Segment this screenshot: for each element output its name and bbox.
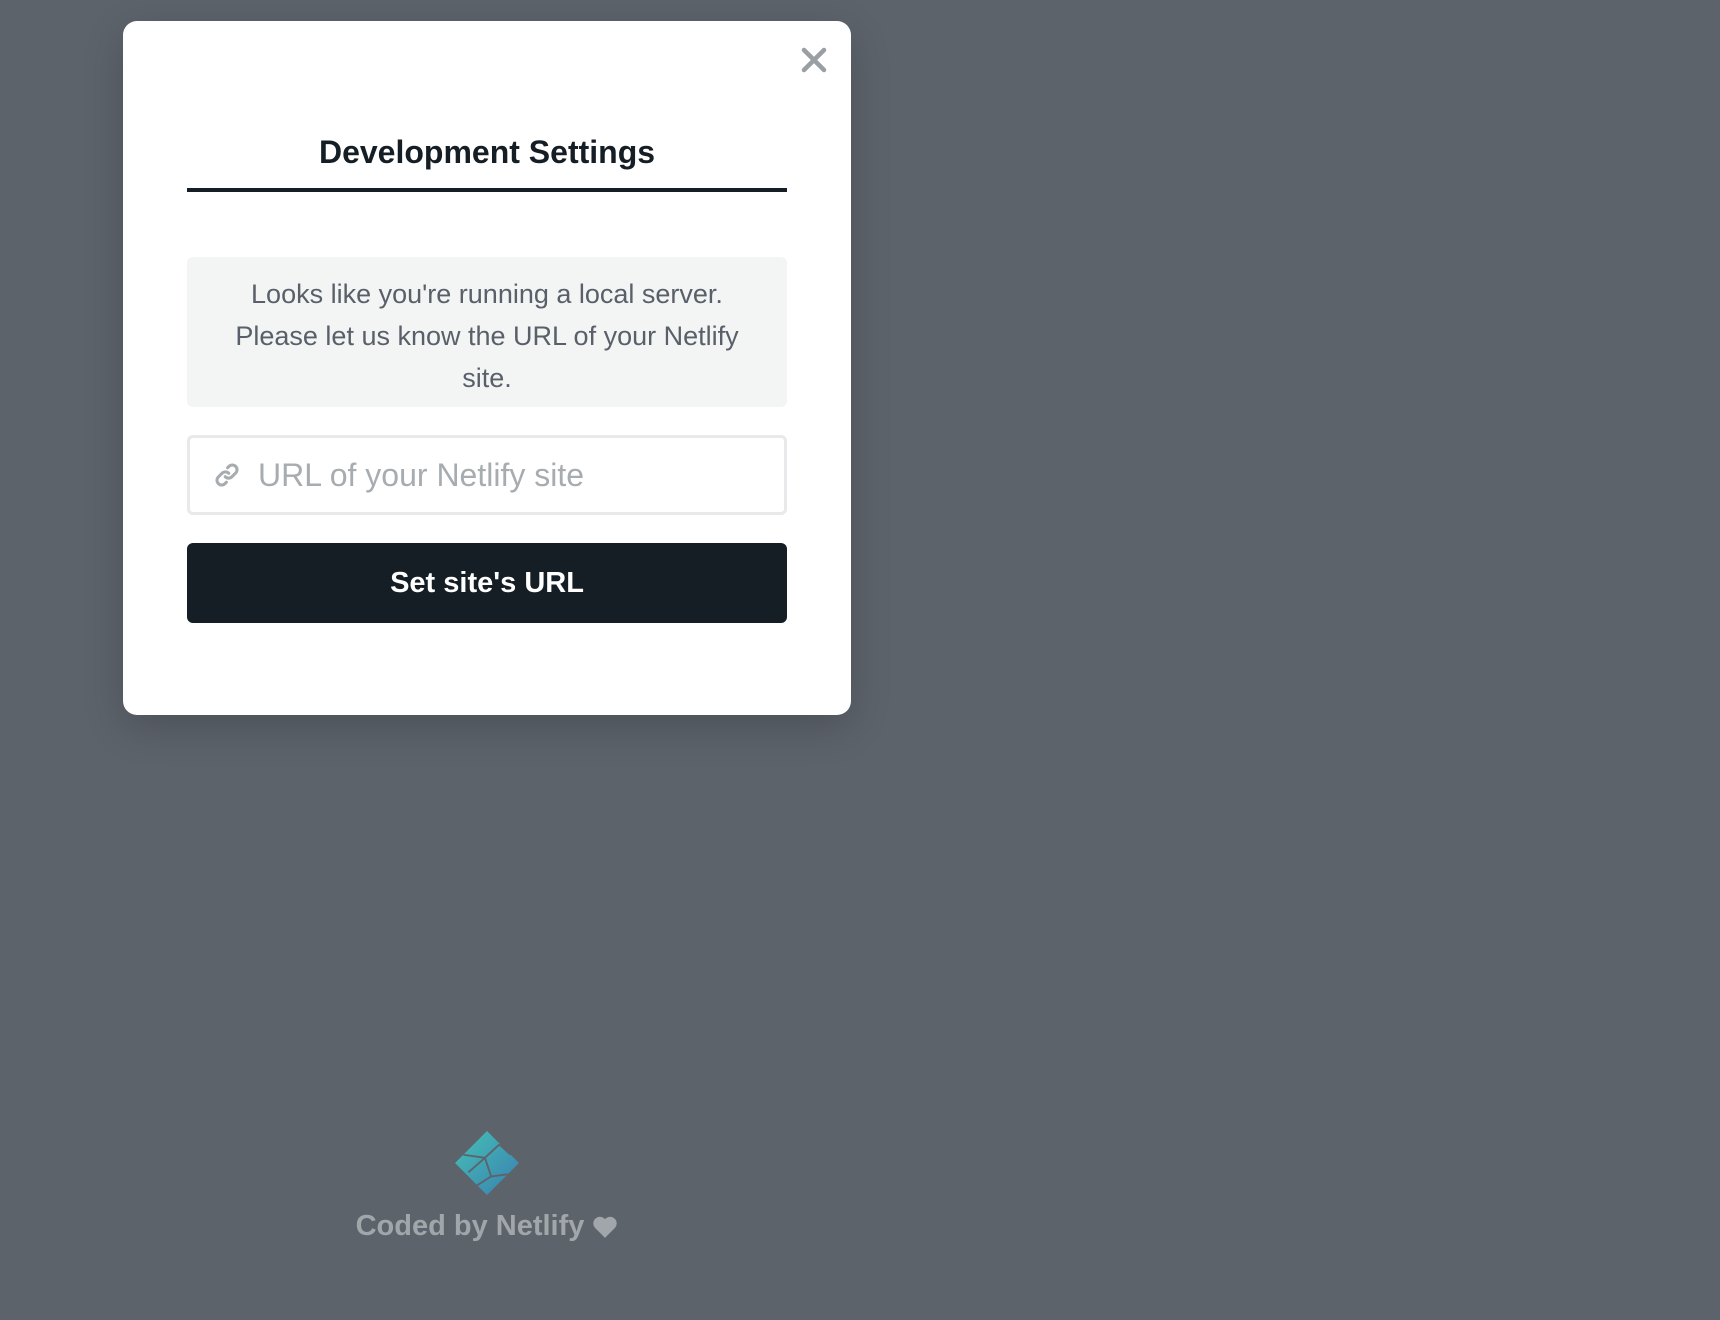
modal-title: Development Settings xyxy=(318,134,656,170)
close-button[interactable] xyxy=(797,43,831,77)
close-icon xyxy=(801,47,827,73)
url-field[interactable] xyxy=(187,435,787,515)
netlify-logo[interactable] xyxy=(454,1130,520,1196)
set-site-url-button[interactable]: Set site's URL xyxy=(187,543,787,623)
footer: Coded by Netlify xyxy=(187,1130,787,1243)
heart-icon xyxy=(593,1216,618,1238)
development-settings-modal: Development Settings Looks like you're r… xyxy=(123,21,851,715)
link-icon xyxy=(212,460,242,490)
site-url-input[interactable] xyxy=(258,445,764,505)
local-server-notice: Looks like you're running a local server… xyxy=(187,257,787,407)
footer-credit: Coded by Netlify xyxy=(356,1210,619,1243)
footer-credit-text: Coded by Netlify xyxy=(355,1210,585,1242)
title-divider xyxy=(187,188,787,192)
